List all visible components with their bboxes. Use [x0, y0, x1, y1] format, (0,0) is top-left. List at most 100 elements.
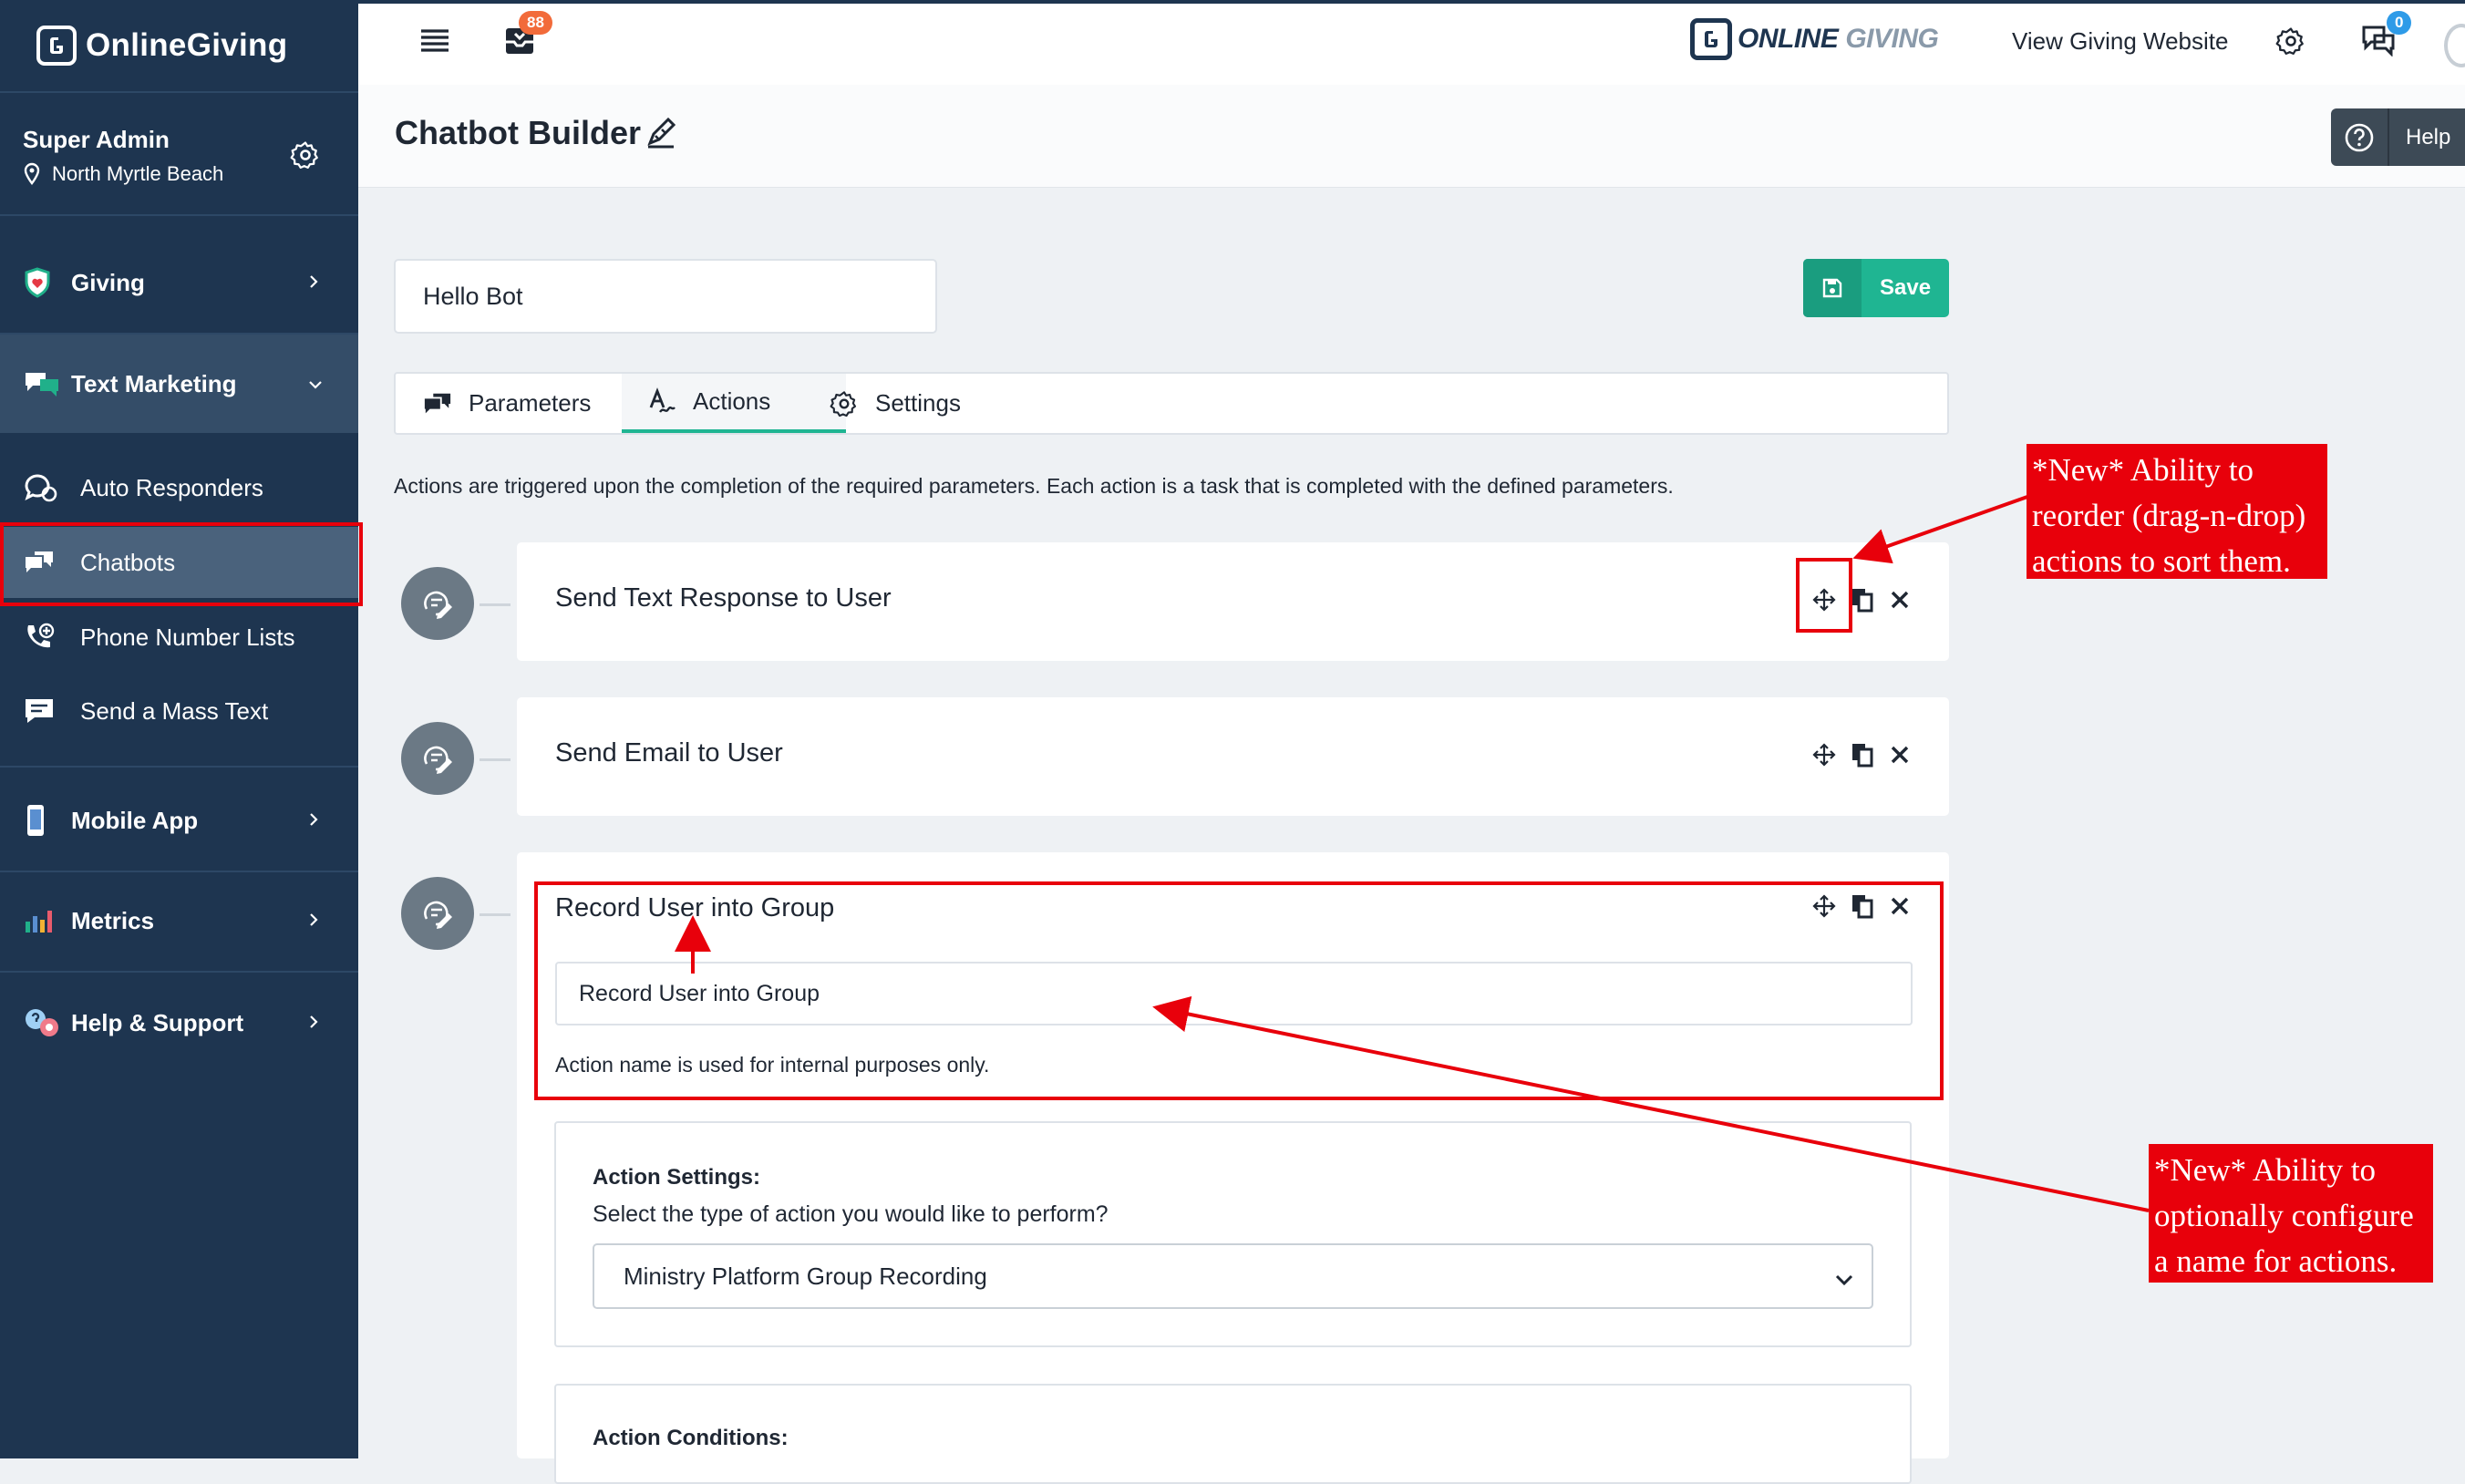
- sidebar-item-help-support[interactable]: Help & Support: [0, 991, 358, 1055]
- page-header: Chatbot Builder Help: [358, 85, 2465, 188]
- sidebar-item-label: Text Marketing: [71, 369, 237, 397]
- tab-actions[interactable]: Actions: [622, 374, 846, 433]
- help-label: Help: [2406, 124, 2451, 149]
- online-giving-logo-icon: [1690, 18, 1732, 60]
- brand[interactable]: OnlineGiving: [0, 0, 358, 93]
- action-step-icon: [401, 722, 474, 795]
- user-settings-gear-icon[interactable]: [290, 139, 321, 175]
- chat-bubbles-icon: [423, 391, 452, 417]
- floppy-disk-icon: [1803, 259, 1862, 317]
- edit-icon[interactable]: [645, 117, 677, 153]
- action-settings-prompt: Select the type of action you would like…: [593, 1201, 1109, 1227]
- save-label: Save: [1880, 275, 1932, 300]
- action-type-select[interactable]: Ministry Platform Group Recording: [593, 1243, 1873, 1309]
- brand-name: OnlineGiving: [86, 27, 288, 63]
- sidebar-item-send-mass-text[interactable]: Send a Mass Text: [0, 688, 358, 734]
- help-button[interactable]: Help: [2331, 108, 2465, 166]
- shield-heart-icon: [24, 267, 51, 298]
- save-button[interactable]: Save: [1803, 259, 1949, 317]
- online-giving-logo[interactable]: ONLINE GIVING: [1690, 18, 1939, 60]
- user-block: Super Admin North Myrtle Beach: [0, 91, 358, 216]
- map-pin-icon: [24, 162, 40, 185]
- builder-tabs: Parameters Actions Settings: [394, 372, 1949, 435]
- signature-icon: [647, 386, 676, 417]
- sidebar-item-label: Mobile App: [71, 806, 199, 834]
- callout-line: reorder (drag-n-drop): [2032, 498, 2306, 533]
- chevron-right-icon: [306, 269, 321, 297]
- gear-icon[interactable]: [2275, 26, 2306, 61]
- close-icon[interactable]: [1888, 588, 1912, 612]
- sidebar-item-label: Auto Responders: [80, 473, 263, 501]
- user-name: Super Admin: [23, 126, 170, 153]
- tab-label: Actions: [693, 387, 771, 415]
- sidebar-item-phone-number-lists[interactable]: Phone Number Lists: [0, 614, 358, 660]
- action-type-selected: Ministry Platform Group Recording: [624, 1262, 987, 1290]
- bot-name-input[interactable]: [394, 259, 937, 334]
- tab-parameters[interactable]: Parameters: [423, 374, 591, 433]
- user-location-label: North Myrtle Beach: [52, 162, 224, 185]
- sidebar-item-label: Metrics: [71, 906, 155, 934]
- callout-line: optionally configure: [2154, 1198, 2414, 1233]
- sidebar-item-giving[interactable]: Giving: [0, 251, 358, 314]
- sidebar-item-text-marketing[interactable]: Text Marketing: [0, 335, 358, 433]
- gear-icon: [830, 389, 859, 418]
- callout-line: *New* Ability to: [2154, 1152, 2377, 1188]
- sidebar-item-label: Help & Support: [71, 1008, 244, 1036]
- action-conditions-panel: Action Conditions:: [554, 1384, 1912, 1484]
- view-giving-website-link[interactable]: View Giving Website: [2012, 27, 2228, 56]
- chat-refresh-icon: [24, 472, 58, 503]
- sidebar-item-label: Send a Mass Text: [80, 696, 269, 725]
- sidebar-item-label: Phone Number Lists: [80, 623, 295, 651]
- action-card-send-email[interactable]: Send Email to User: [517, 697, 1949, 816]
- profile-avatar[interactable]: [2444, 24, 2465, 67]
- page-title: Chatbot Builder: [395, 114, 641, 151]
- chevron-down-icon: [1833, 1267, 1855, 1295]
- callout-line: *New* Ability to: [2032, 452, 2254, 488]
- chat-count-badge: 0: [2387, 11, 2412, 35]
- copy-icon[interactable]: [1850, 586, 1875, 613]
- user-location: North Myrtle Beach: [23, 162, 223, 186]
- phone-list-icon: [24, 623, 57, 652]
- action-settings-panel: Action Settings: Select the type of acti…: [554, 1121, 1912, 1347]
- sidebar-item-auto-responders[interactable]: Auto Responders: [0, 465, 358, 510]
- action-name-highlight-box: [534, 881, 1944, 1100]
- inbox-count-badge: 88: [519, 11, 552, 35]
- drag-move-icon[interactable]: [1811, 742, 1837, 768]
- chatbots-highlight-box: [0, 522, 363, 606]
- tab-settings[interactable]: Settings: [830, 374, 961, 433]
- mobile-icon: [24, 803, 47, 838]
- action-step-icon: [401, 877, 474, 950]
- topbar: 88 ONLINE GIVING View Giving Website 0: [358, 0, 2465, 85]
- callout-line: actions to sort them.: [2032, 543, 2291, 579]
- action-card-send-text[interactable]: Send Text Response to User: [517, 542, 1949, 661]
- chat-bubbles-icon: [24, 370, 60, 397]
- logo-text-online: ONLINE: [1738, 24, 1839, 54]
- chevron-right-icon: [306, 1009, 321, 1037]
- sidebar-item-label: Giving: [71, 268, 145, 296]
- message-icon: [24, 697, 55, 725]
- close-icon[interactable]: [1888, 743, 1912, 767]
- tab-label: Parameters: [469, 389, 592, 417]
- tab-label: Settings: [875, 389, 961, 417]
- copy-icon[interactable]: [1850, 741, 1875, 768]
- logo-text-giving: GIVING: [1845, 24, 1939, 54]
- action-step-icon: [401, 567, 474, 640]
- chevron-right-icon: [306, 807, 321, 835]
- question-circle-icon: [2331, 108, 2389, 166]
- drag-handle-highlight-box: [1796, 558, 1852, 633]
- sidebar-item-metrics[interactable]: Metrics: [0, 889, 358, 953]
- brand-logo-icon: [36, 26, 77, 66]
- action-conditions-title: Action Conditions:: [593, 1426, 789, 1450]
- bar-chart-icon: [24, 907, 57, 934]
- actions-description: Actions are triggered upon the completio…: [394, 474, 1674, 498]
- sidebar-item-mobile-app[interactable]: Mobile App: [0, 788, 358, 852]
- action-title: Send Email to User: [555, 738, 783, 768]
- reorder-feature-callout: *New* Ability to reorder (drag-n-drop) a…: [2027, 444, 2327, 579]
- chevron-right-icon: [306, 907, 321, 935]
- action-title: Send Text Response to User: [555, 583, 892, 613]
- sidebar: OnlineGiving Super Admin North Myrtle Be…: [0, 0, 358, 1458]
- callout-line: a name for actions.: [2154, 1243, 2398, 1279]
- action-settings-title: Action Settings:: [593, 1165, 760, 1190]
- support-icon: [24, 1007, 60, 1038]
- hamburger-menu-icon[interactable]: [419, 27, 450, 59]
